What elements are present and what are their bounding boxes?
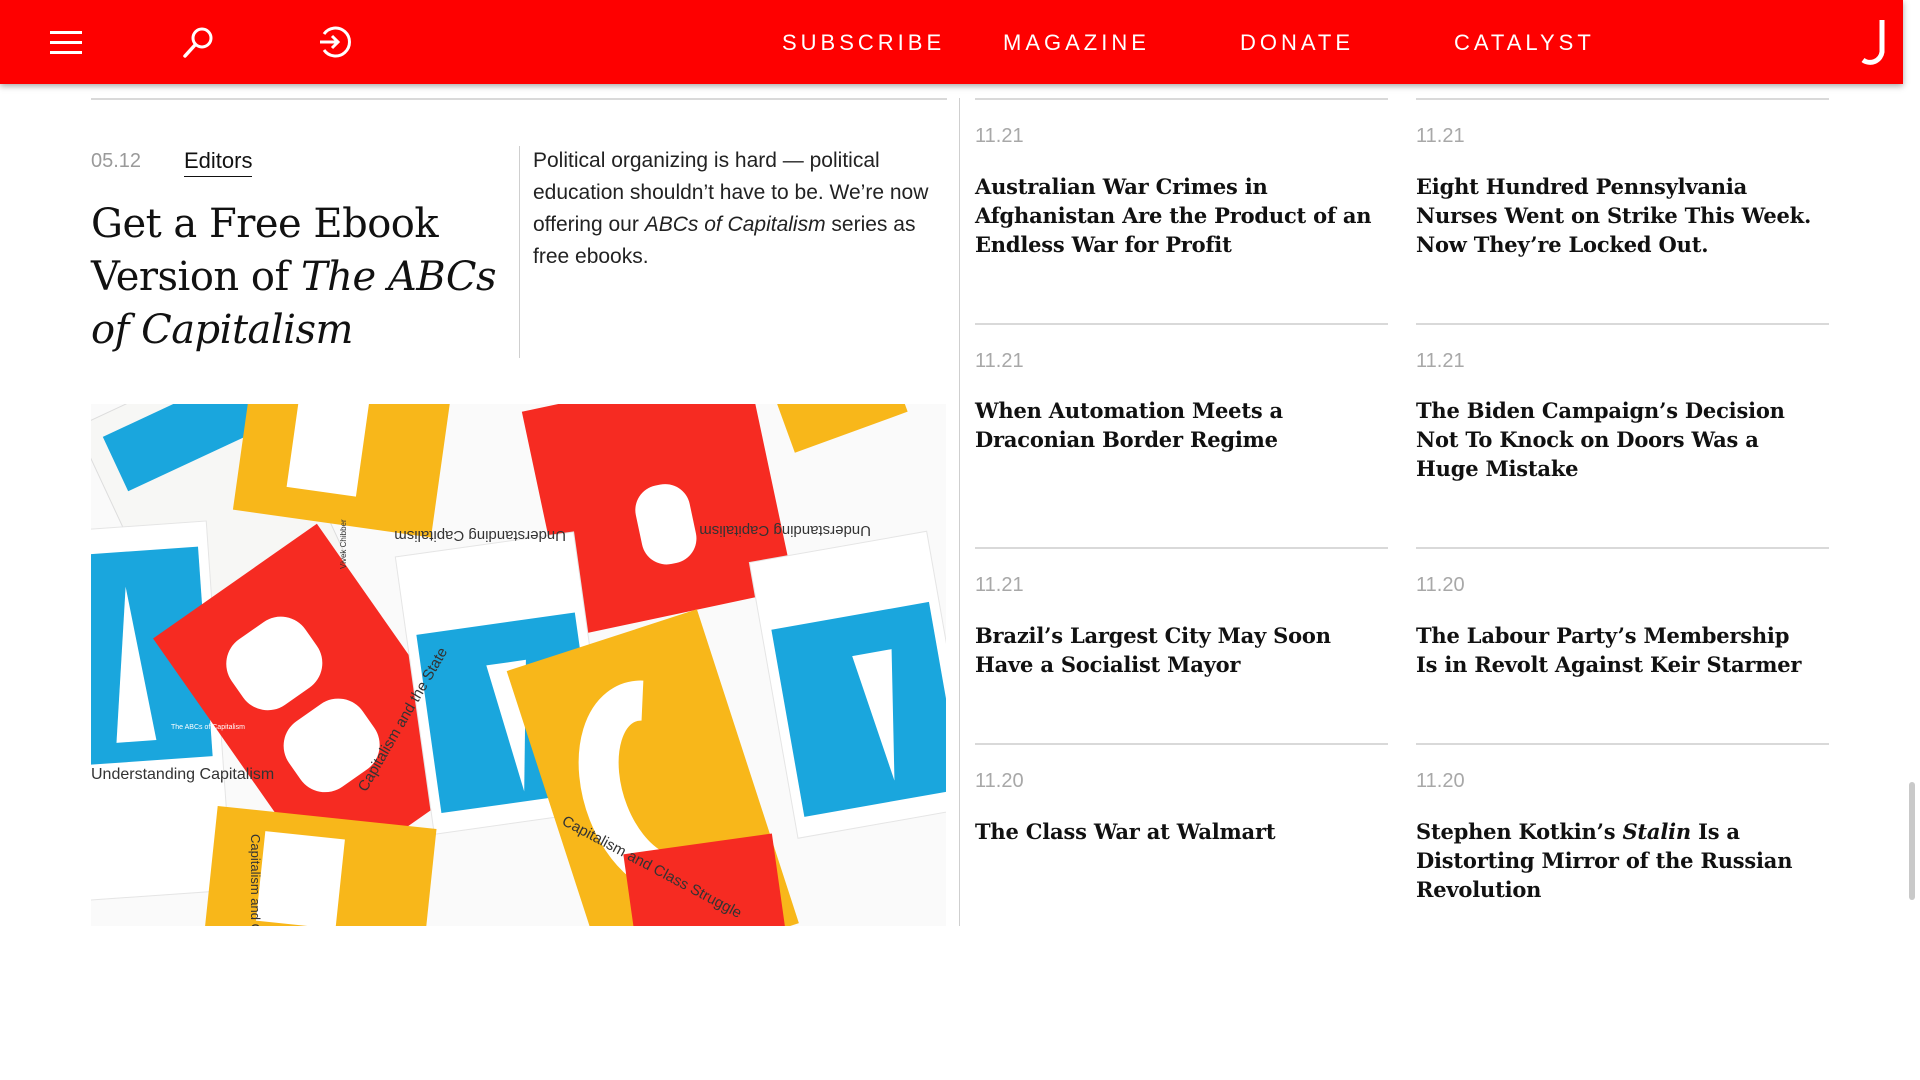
article-rule: [1416, 547, 1829, 549]
nav-subscribe[interactable]: SUBSCRIBE: [782, 0, 945, 84]
featured-title[interactable]: Get a Free Ebook Version of The ABCs of …: [91, 198, 511, 357]
article-date: 11.21: [975, 350, 1024, 372]
article-title[interactable]: The Labour Party’s Membership Is in Revo…: [1416, 621, 1816, 679]
article-rule: [975, 98, 1388, 100]
article-rule: [975, 323, 1388, 325]
article-title[interactable]: Eight Hundred Pennsylvania Nurses Went o…: [1416, 172, 1816, 259]
article-date: 11.21: [1416, 125, 1465, 147]
sign-in-icon[interactable]: [316, 24, 352, 60]
nav-donate[interactable]: DONATE: [1240, 0, 1354, 84]
article-rule: [975, 547, 1388, 549]
search-icon[interactable]: [181, 24, 217, 60]
menu-icon[interactable]: [48, 24, 84, 60]
article-rule: [975, 743, 1388, 745]
nav-magazine[interactable]: MAGAZINE: [1003, 0, 1150, 84]
article-rule: [1416, 323, 1829, 325]
article-date: 11.21: [975, 574, 1024, 596]
article-rule: [1416, 98, 1829, 100]
page-scrollbar[interactable]: [1903, 0, 1920, 1080]
article-title[interactable]: Australian War Crimes in Afghanistan Are…: [975, 172, 1375, 259]
featured-date: 05.12: [91, 150, 142, 172]
image-book-title-1: Understanding Capitalism: [394, 527, 566, 544]
featured-top-rule: [91, 98, 947, 100]
article-title[interactable]: The Class War at Walmart: [975, 817, 1375, 846]
image-book-title-1b: Understanding Capitalism: [699, 522, 871, 539]
featured-divider: [519, 146, 520, 358]
article-title[interactable]: The Biden Campaign’s Decision Not To Kno…: [1416, 396, 1816, 483]
article-date: 11.20: [1416, 770, 1465, 792]
image-author-label: Vivek Chibber: [339, 519, 348, 569]
jacobin-logo[interactable]: [1860, 18, 1894, 66]
column-divider: [959, 98, 960, 926]
article-rule: [1416, 743, 1829, 745]
article-title[interactable]: When Automation Meets a Draconian Border…: [975, 396, 1375, 454]
image-book-title-1c: Understanding Capitalism: [91, 766, 274, 783]
article-date: 11.21: [975, 125, 1024, 147]
scrollbar-thumb[interactable]: [1909, 782, 1915, 900]
image-book-title-3b: Capitalism and Class Struggle: [248, 834, 263, 926]
article-title[interactable]: Brazil’s Largest City May Soon Have a So…: [975, 621, 1375, 679]
nav-catalyst[interactable]: CATALYST: [1454, 0, 1595, 84]
top-nav-bar: SUBSCRIBE MAGAZINE DONATE CATALYST: [0, 0, 1903, 84]
featured-image[interactable]: Understanding Capitalism Understanding C…: [91, 404, 946, 926]
article-date: 11.20: [1416, 574, 1465, 596]
article-title[interactable]: Stephen Kotkin’s Stalin Is a Distorting …: [1416, 817, 1816, 904]
article-date: 11.21: [1416, 350, 1465, 372]
image-series-label: The ABCs of Capitalism: [171, 724, 245, 731]
article-date: 11.20: [975, 770, 1024, 792]
featured-author-link[interactable]: Editors: [184, 148, 253, 177]
featured-dek: Political organizing is hard — political…: [533, 149, 929, 268]
